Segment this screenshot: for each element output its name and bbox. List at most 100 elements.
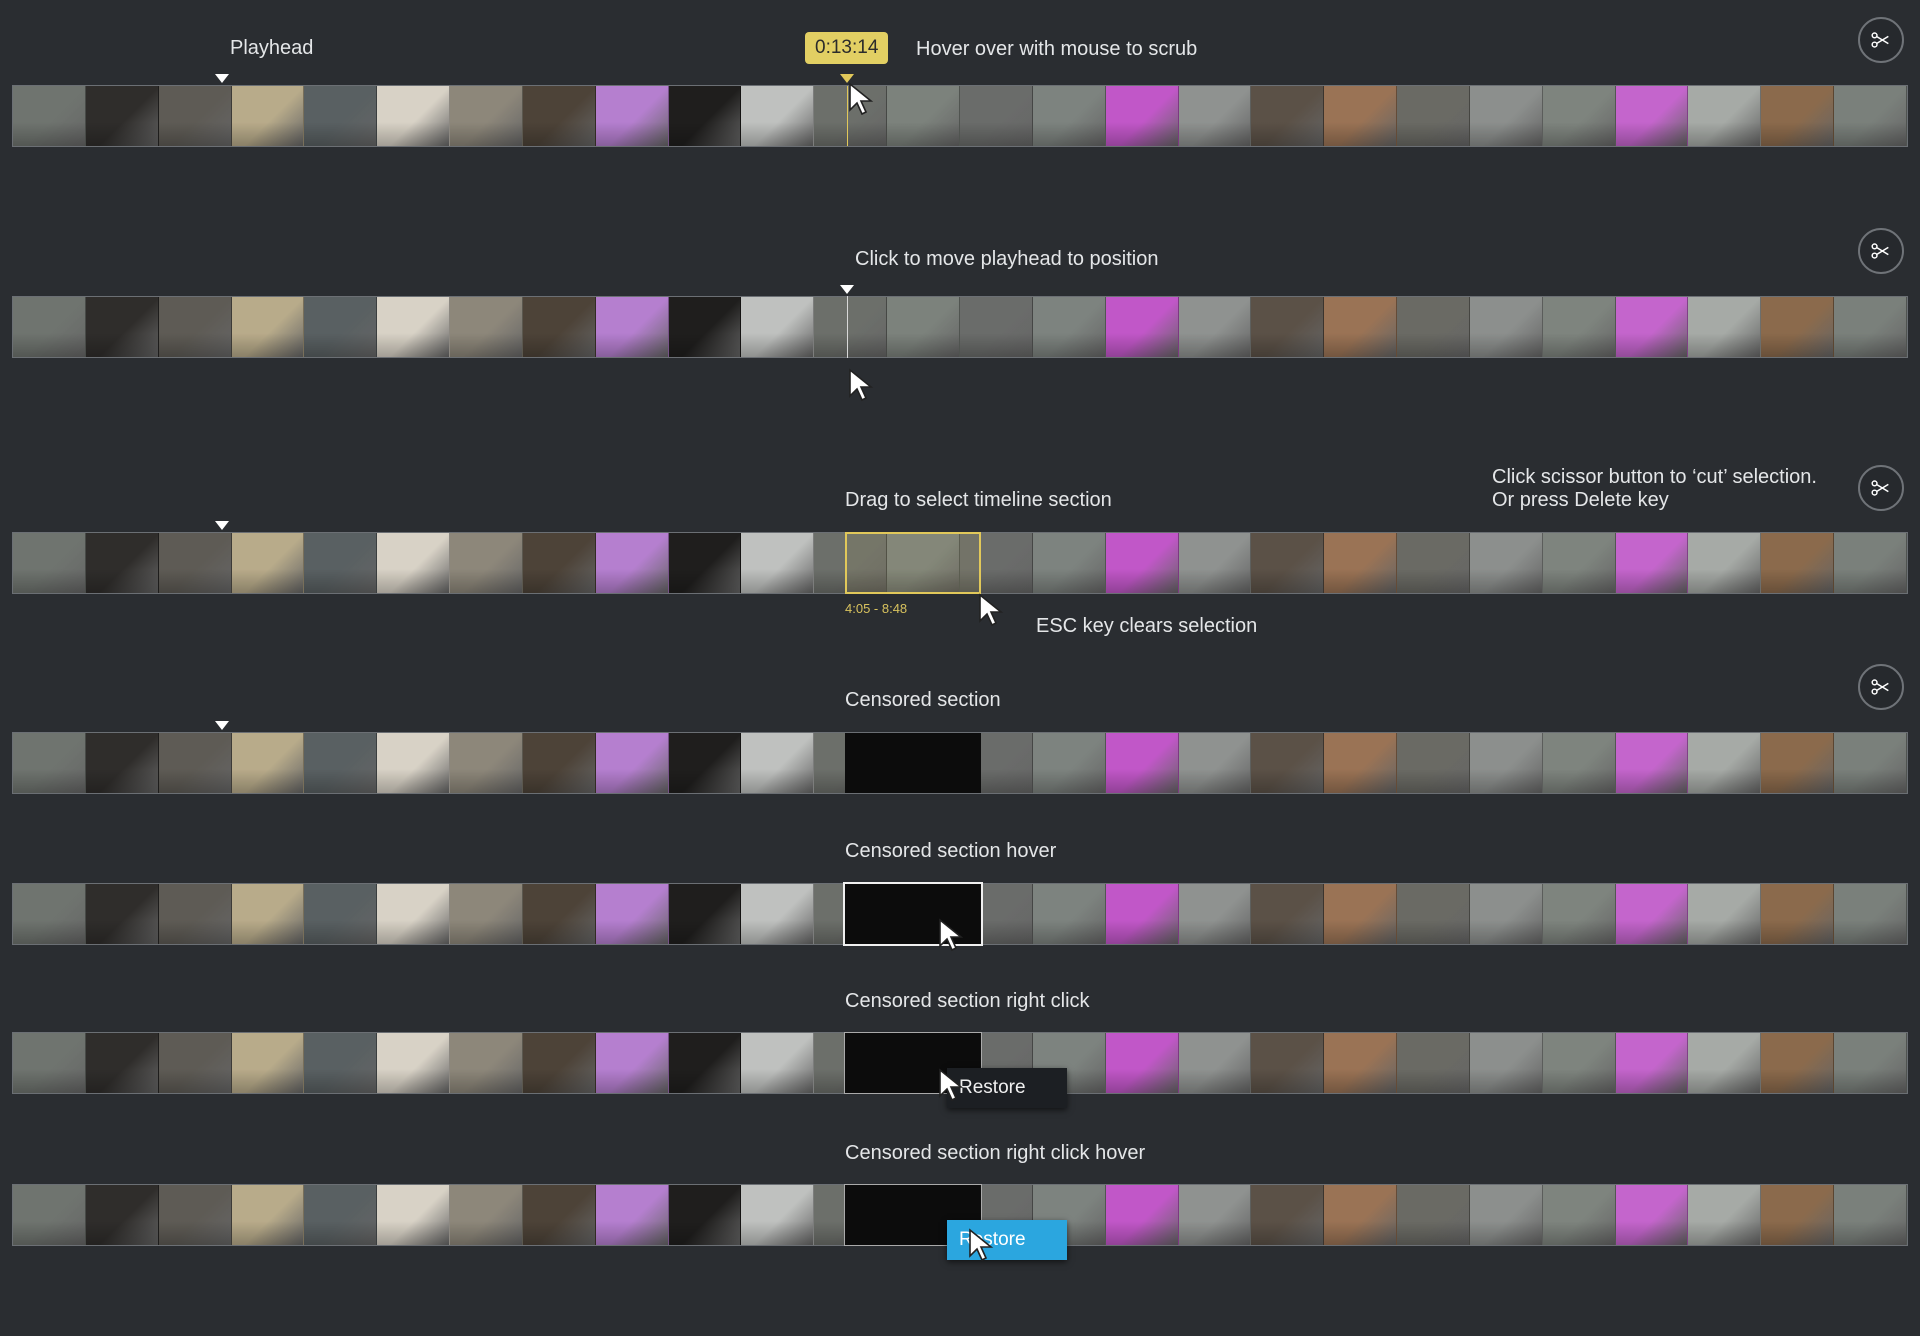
timeline-thumbnail: [13, 1185, 86, 1245]
timeline-thumbnail: [1032, 297, 1106, 357]
timeline-thumbnail: [1542, 1185, 1616, 1245]
timeline-thumbnail: [1688, 1185, 1762, 1245]
mouse-pointer-icon: [849, 82, 874, 116]
timeline-thumbnail: [1834, 86, 1907, 146]
timeline-thumbnail: [450, 533, 523, 593]
timeline-thumbnail: [377, 1033, 451, 1093]
timeline-thumbnail: [522, 533, 596, 593]
timeline-thumbnail: [1178, 884, 1252, 944]
timeline-thumbnail: [1324, 733, 1398, 793]
timeline-thumbnail: [1761, 297, 1835, 357]
context-menu-restore[interactable]: Restore: [947, 1068, 1067, 1108]
drag-select-hint: Drag to select timeline section: [845, 489, 1112, 511]
timeline-thumbnail: [668, 533, 742, 593]
timeline-thumbnail: [741, 884, 815, 944]
timeline-selection[interactable]: [845, 532, 981, 594]
playhead-marker-1[interactable]: [215, 74, 229, 83]
timeline-thumbnail: [85, 297, 159, 357]
timeline-thumbnail: [1688, 884, 1762, 944]
timeline-thumbnail: [1469, 86, 1543, 146]
timeline-thumbnail: [231, 297, 305, 357]
timeline-thumbnail: [304, 1185, 378, 1245]
context-menu-restore-hover[interactable]: Restore: [947, 1220, 1067, 1260]
mouse-pointer-icon: [939, 918, 964, 952]
timeline-thumbnail: [1542, 1033, 1616, 1093]
timeline-thumbnail: [1178, 1185, 1252, 1245]
scissor-button-3[interactable]: [1858, 465, 1904, 511]
timeline-thumbnail: [595, 297, 669, 357]
playhead-marker-4[interactable]: [215, 721, 229, 730]
timeline-thumbnail: [13, 297, 86, 357]
censored-hover-label: Censored section hover: [845, 840, 1057, 862]
timeline-thumbnail: [377, 533, 451, 593]
timeline-thumbnail: [1542, 297, 1616, 357]
timeline-strip-1[interactable]: [12, 85, 1908, 147]
timeline-thumbnail: [668, 884, 742, 944]
timeline-thumbnail: [1251, 884, 1325, 944]
timeline-thumbnail: [595, 1185, 669, 1245]
timeline-thumbnail: [1542, 86, 1616, 146]
timeline-thumbnail: [1178, 86, 1252, 146]
scissor-button-2[interactable]: [1858, 228, 1904, 274]
timeline-thumbnail: [1324, 884, 1398, 944]
timeline-thumbnail: [158, 1033, 232, 1093]
timeline-thumbnail: [595, 884, 669, 944]
scissor-button-1[interactable]: [1858, 17, 1904, 63]
timeline-thumbnail: [231, 1033, 305, 1093]
timeline-thumbnail: [522, 297, 596, 357]
timeline-thumbnail: [1469, 884, 1543, 944]
timeline-thumbnail: [668, 86, 742, 146]
timeline-thumbnail: [741, 297, 815, 357]
censored-right-click-hover-label: Censored section right click hover: [845, 1142, 1146, 1164]
timeline-thumbnail: [1251, 86, 1325, 146]
censored-right-click-label: Censored section right click: [845, 990, 1090, 1012]
timeline-thumbnail: [1615, 86, 1689, 146]
scissor-hint-line-2: Or press Delete key: [1492, 489, 1669, 511]
timeline-thumbnail: [158, 884, 232, 944]
timeline-strip-2[interactable]: [12, 296, 1908, 358]
timeline-thumbnail: [1178, 733, 1252, 793]
timeline-thumbnail: [304, 86, 378, 146]
timeline-thumbnail: [231, 86, 305, 146]
timeline-thumbnail: [377, 1185, 451, 1245]
timeline-thumbnail: [1178, 1033, 1252, 1093]
timeline-thumbnail: [1761, 86, 1835, 146]
timeline-thumbnail: [1542, 533, 1616, 593]
timeline-thumbnail: [959, 86, 1033, 146]
timeline-thumbnail: [1834, 1033, 1907, 1093]
playhead-marker-3[interactable]: [215, 521, 229, 530]
scissor-icon: [1871, 32, 1889, 48]
scissor-icon: [1871, 480, 1889, 496]
timeline-thumbnail: [1397, 1185, 1470, 1245]
timeline-thumbnail: [1105, 1185, 1179, 1245]
timeline-thumbnail: [1032, 884, 1106, 944]
timeline-thumbnail: [1834, 733, 1907, 793]
timeline-thumbnail: [158, 297, 232, 357]
timeline-thumbnail: [668, 733, 742, 793]
playhead-marker-2[interactable]: [840, 285, 854, 294]
scissor-hint-line-1: Click scissor button to ‘cut’ selection.: [1492, 466, 1817, 488]
timeline-thumbnail: [668, 1033, 742, 1093]
timeline-thumbnail: [1542, 884, 1616, 944]
timeline-thumbnail: [887, 86, 960, 146]
timeline-thumbnail: [450, 884, 523, 944]
timeline-thumbnail: [1032, 733, 1106, 793]
timeline-thumbnail: [1469, 297, 1543, 357]
timeline-thumbnail: [887, 297, 960, 357]
playhead-label: Playhead: [230, 37, 314, 59]
timeline-thumbnail: [1105, 733, 1179, 793]
timeline-thumbnail: [377, 297, 451, 357]
scissor-button-4[interactable]: [1858, 664, 1904, 710]
timeline-thumbnail: [1105, 1033, 1179, 1093]
timeline-thumbnail: [522, 733, 596, 793]
timeline-thumbnail: [1397, 884, 1470, 944]
mouse-pointer-icon: [969, 1228, 994, 1262]
timeline-thumbnail: [959, 297, 1033, 357]
timeline-thumbnail: [1251, 533, 1325, 593]
timeline-thumbnail: [85, 86, 159, 146]
click-move-hint: Click to move playhead to position: [855, 248, 1159, 270]
timeline-thumbnail: [522, 1033, 596, 1093]
timeline-thumbnail: [1251, 297, 1325, 357]
censored-section[interactable]: [845, 733, 981, 793]
hover-scrub-hint: Hover over with mouse to scrub: [916, 38, 1198, 60]
